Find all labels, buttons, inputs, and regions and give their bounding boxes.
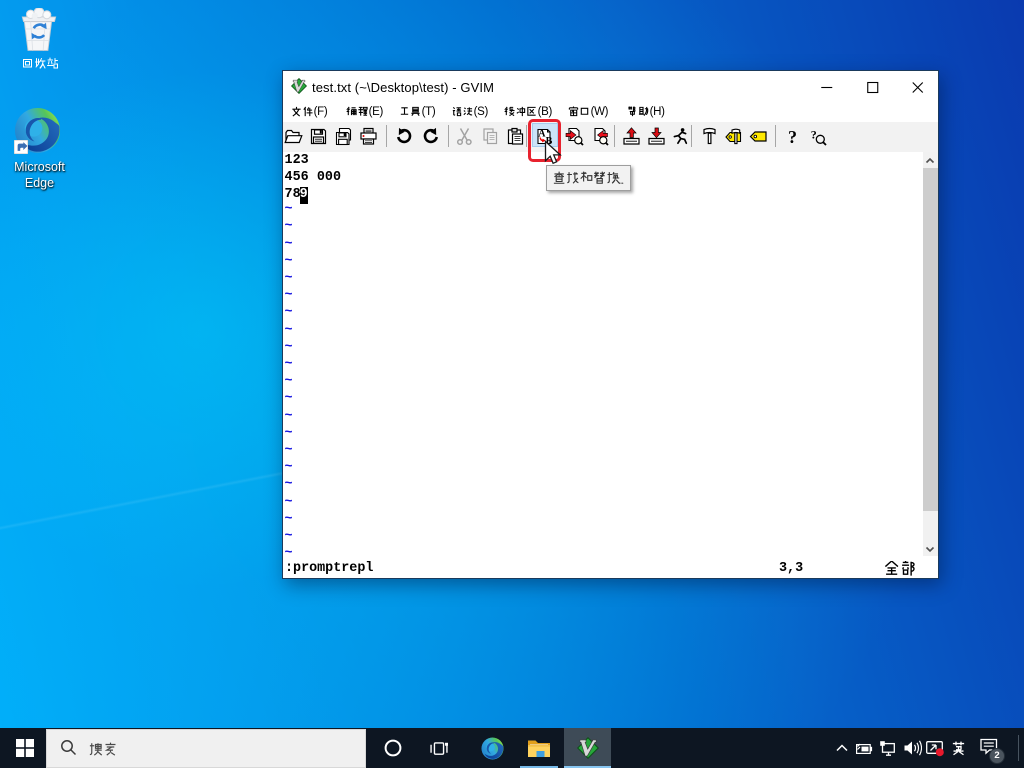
svg-text:?: ? bbox=[788, 127, 797, 146]
